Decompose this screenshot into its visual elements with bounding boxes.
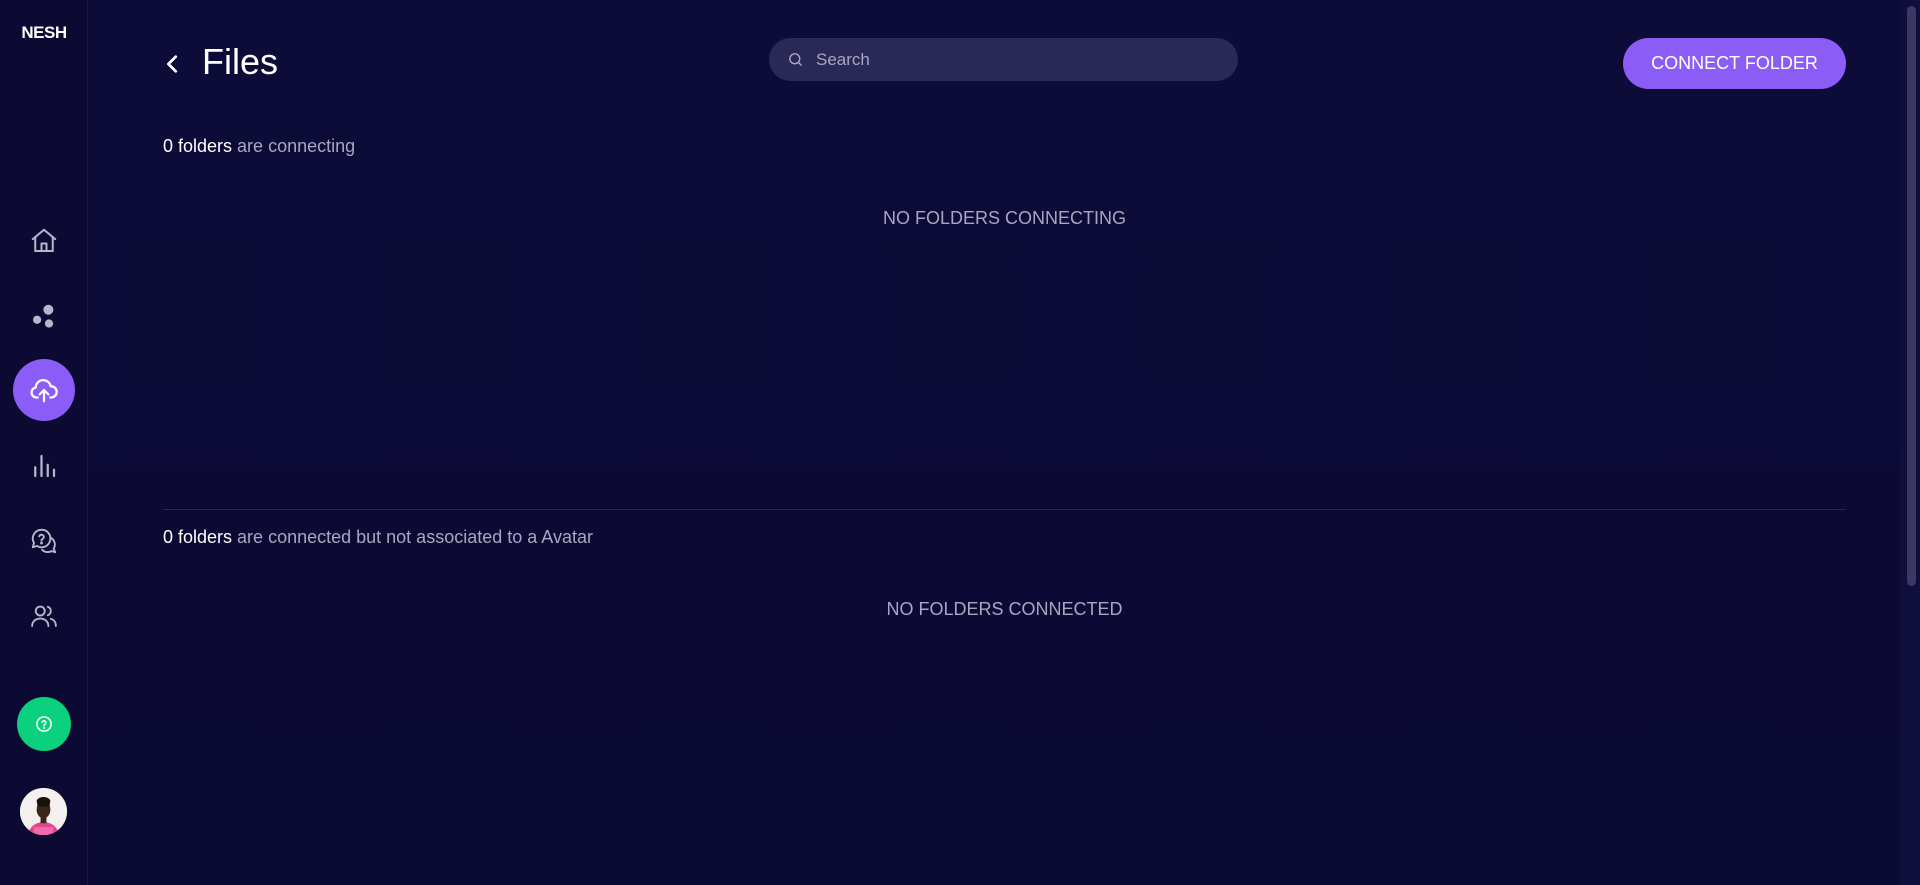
connecting-empty-message: NO FOLDERS CONNECTING [882, 208, 1127, 228]
app-logo: NESH [21, 23, 67, 42]
bar-chart-icon [34, 454, 56, 478]
connect-folder-button[interactable]: CONNECT FOLDER [1623, 38, 1846, 89]
sidebar: NESH [0, 0, 88, 885]
question-chat-icon [31, 528, 57, 554]
avatar[interactable] [20, 788, 67, 835]
connecting-summary: 0 folders are connecting [163, 136, 355, 157]
sidebar-item-support[interactable] [13, 510, 75, 572]
section-divider [163, 509, 1846, 510]
connected-suffix: are connected but not associated to a Av… [232, 527, 593, 547]
sidebar-item-files[interactable] [13, 359, 75, 421]
sidebar-item-avatars[interactable] [13, 285, 75, 347]
search-input[interactable] [814, 48, 1214, 71]
sidebar-item-users[interactable] [13, 585, 75, 647]
scrollbar-thumb[interactable] [1907, 6, 1916, 586]
connecting-suffix: are connecting [232, 136, 356, 156]
sidebar-item-home[interactable] [13, 210, 75, 272]
main-content: Files CONNECT FOLDER 0 folders are conne… [88, 0, 1900, 885]
search-icon [789, 53, 802, 66]
cloud-upload-icon [30, 379, 58, 403]
page-title: Files [202, 41, 279, 82]
question-circle-icon [36, 716, 52, 732]
help-button[interactable] [17, 697, 71, 751]
connecting-count: 0 folders [163, 136, 233, 156]
user-avatar-image [20, 788, 67, 835]
bubbles-icon [33, 304, 54, 328]
connected-count: 0 folders [163, 527, 233, 547]
home-icon [31, 228, 57, 252]
sidebar-item-analytics[interactable] [13, 435, 75, 497]
search-bar[interactable] [769, 38, 1238, 81]
users-icon [31, 605, 57, 627]
connected-summary: 0 folders are connected but not associat… [163, 527, 593, 548]
back-button[interactable] [161, 48, 185, 80]
chevron-left-icon [167, 55, 178, 73]
connected-empty-message: NO FOLDERS CONNECTED [886, 599, 1123, 619]
